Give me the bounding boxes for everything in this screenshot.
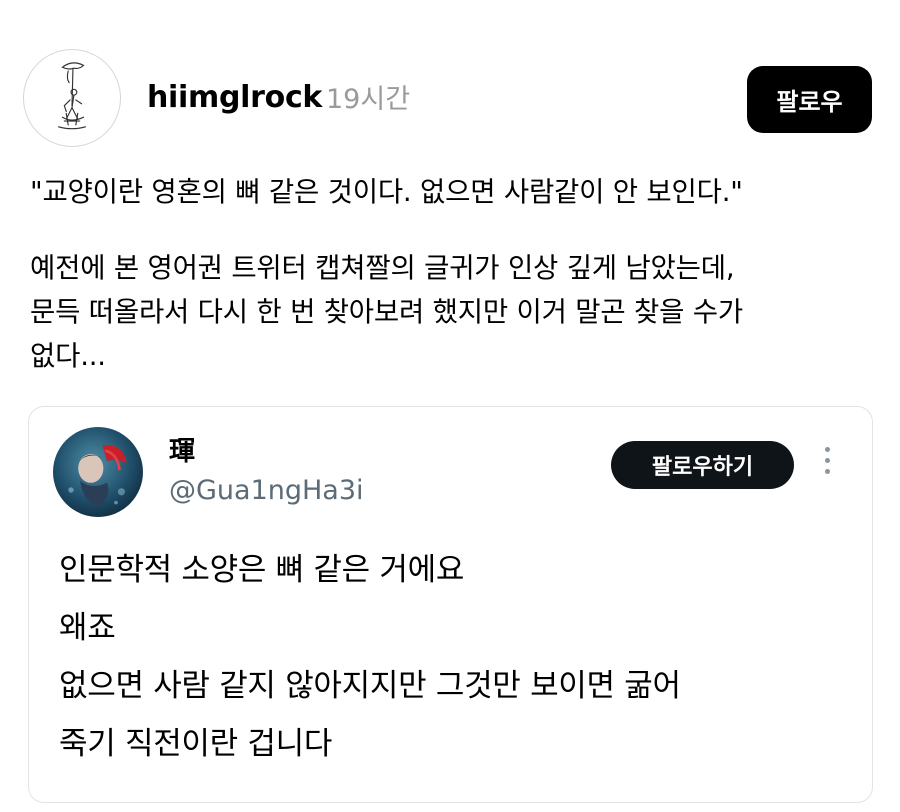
tweet-text: 인문학적 소양은 뼈 같은 거에요 왜죠 없으면 사람 같지 않아지지만 그것만… (59, 541, 681, 773)
body-line: 문득 떠올라서 다시 한 번 찾아보려 했지만 이거 말곤 찾을 수가 (30, 296, 743, 328)
tweet-author-handle[interactable]: @Gua1ngHa3i (169, 473, 364, 509)
underwater-figure-avatar-icon (53, 427, 143, 517)
tweet-author-avatar[interactable] (53, 427, 143, 517)
embedded-tweet-card[interactable]: 琿 @Gua1ngHa3i 팔로우하기 인문학적 소양은 뼈 같은 거에요 왜죠… (28, 406, 873, 803)
tweet-follow-button[interactable]: 팔로우하기 (611, 441, 794, 489)
quote-line: "교양이란 영혼의 뼈 같은 것이다. 없으면 사람같이 안 보인다." (30, 176, 743, 208)
post-quote: "교양이란 영혼의 뼈 같은 것이다. 없으면 사람같이 안 보인다." (30, 170, 743, 214)
body-line: 없다... (30, 340, 106, 372)
user-avatar[interactable] (23, 49, 121, 147)
post-body: 예전에 본 영어권 트위터 캡쳐짤의 글귀가 인상 깊게 남았는데, 문득 떠올… (30, 246, 743, 378)
tweet-line: 없으면 사람 같지 않아지지만 그것만 보이면 굶어 (59, 668, 681, 704)
thread-post: hiimglrock 19시간 팔로우 "교양이란 영혼의 뼈 같은 것이다. … (0, 0, 900, 812)
tweet-line: 죽기 직전이란 겁니다 (59, 726, 333, 762)
tweet-line: 왜죠 (59, 610, 116, 646)
body-line: 예전에 본 영어권 트위터 캡쳐짤의 글귀가 인상 깊게 남았는데, (30, 252, 735, 284)
tweet-line: 인문학적 소양은 뼈 같은 거에요 (59, 552, 465, 588)
post-timestamp: 19시간 (326, 84, 411, 115)
username[interactable]: hiimglrock (147, 78, 322, 118)
follow-button[interactable]: 팔로우 (747, 66, 872, 133)
tweet-author-name[interactable]: 琿 (169, 435, 195, 469)
more-vertical-icon[interactable] (817, 447, 837, 481)
sketch-figure-avatar-icon (57, 62, 87, 130)
